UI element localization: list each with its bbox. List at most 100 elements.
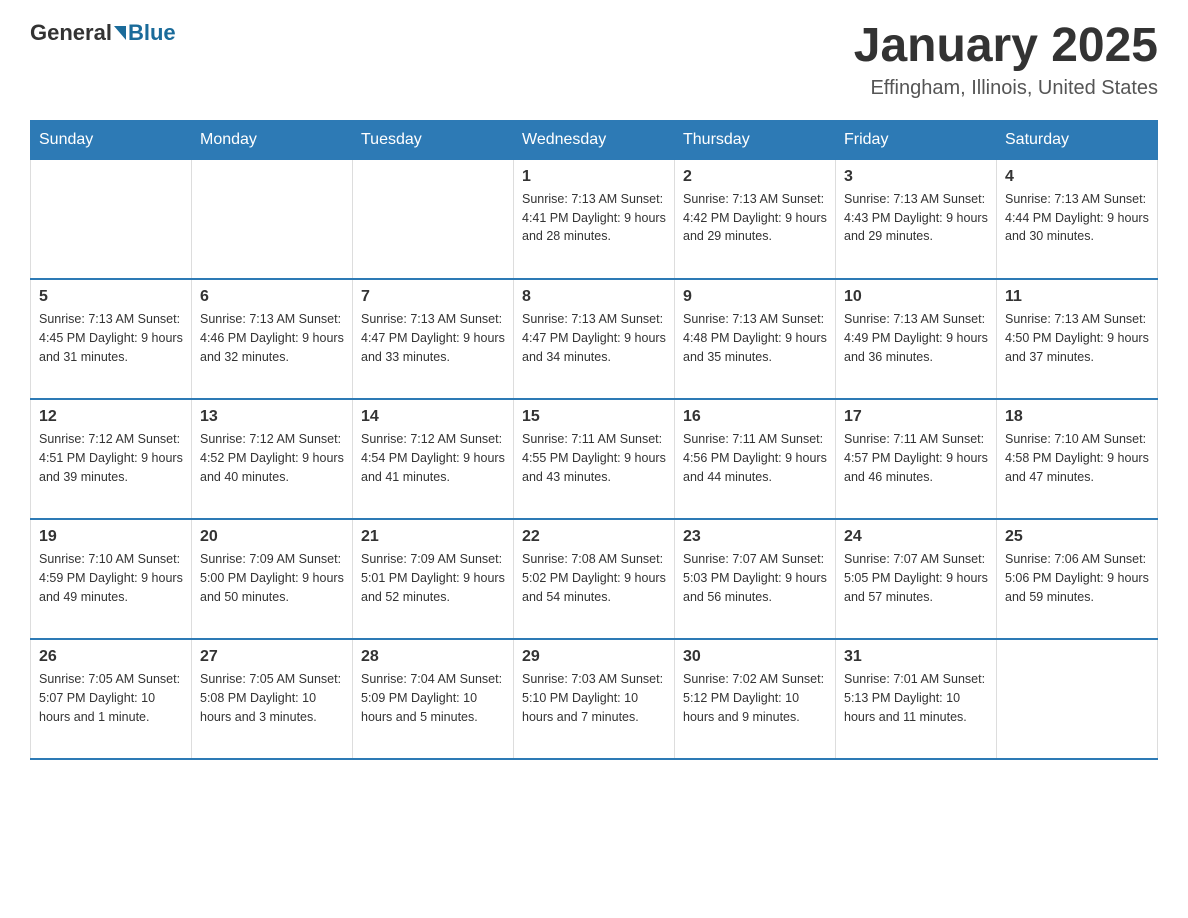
calendar-cell: 24 Sunrise: 7:07 AM Sunset: 5:05 PM Dayli… [836, 519, 997, 639]
calendar-cell: 12Sunrise: 7:12 AM Sunset: 4:51 PM Dayli… [31, 399, 192, 519]
calendar-week-row: 1 Sunrise: 7:13 AM Sunset: 4:41 PM Daylig… [31, 159, 1158, 279]
calendar-header-sunday: Sunday [31, 120, 192, 159]
day-info: Sunrise: 7:10 AM Sunset: 4:59 PM Dayligh… [39, 550, 183, 606]
logo-blue-text: Blue [128, 20, 176, 46]
day-number: 15 [522, 408, 666, 426]
day-info: Sunrise: 7:03 AM Sunset: 5:10 PM Dayligh… [522, 670, 666, 726]
day-info: Sunrise: 7:11 AM Sunset: 4:56 PM Dayligh… [683, 430, 827, 486]
calendar-cell: 20Sunrise: 7:09 AM Sunset: 5:00 PM Dayli… [192, 519, 353, 639]
day-info: Sunrise: 7:08 AM Sunset: 5:02 PM Dayligh… [522, 550, 666, 606]
calendar-cell: 31Sunrise: 7:01 AM Sunset: 5:13 PM Dayli… [836, 639, 997, 759]
calendar-cell: 9 Sunrise: 7:13 AM Sunset: 4:48 PM Daylig… [675, 279, 836, 399]
calendar-cell: 11 Sunrise: 7:13 AM Sunset: 4:50 PM Dayli… [997, 279, 1158, 399]
logo-general-text: General [30, 20, 112, 46]
calendar-cell: 27 Sunrise: 7:05 AM Sunset: 5:08 PM Dayli… [192, 639, 353, 759]
calendar-cell: 17 Sunrise: 7:11 AM Sunset: 4:57 PM Dayli… [836, 399, 997, 519]
page-header: General Blue January 2025 Effingham, Ill… [30, 20, 1158, 100]
day-info: Sunrise: 7:12 AM Sunset: 4:52 PM Dayligh… [200, 430, 344, 486]
day-number: 21 [361, 528, 505, 546]
day-info: Sunrise: 7:11 AM Sunset: 4:55 PM Dayligh… [522, 430, 666, 486]
day-info: Sunrise: 7:06 AM Sunset: 5:06 PM Dayligh… [1005, 550, 1149, 606]
calendar-header-thursday: Thursday [675, 120, 836, 159]
day-number: 30 [683, 648, 827, 666]
day-number: 27 [200, 648, 344, 666]
day-number: 16 [683, 408, 827, 426]
day-number: 14 [361, 408, 505, 426]
day-info: Sunrise: 7:07 AM Sunset: 5:03 PM Dayligh… [683, 550, 827, 606]
day-number: 24 [844, 528, 988, 546]
calendar-table: SundayMondayTuesdayWednesdayThursdayFrid… [30, 120, 1158, 761]
day-number: 17 [844, 408, 988, 426]
day-number: 4 [1005, 168, 1149, 186]
day-info: Sunrise: 7:13 AM Sunset: 4:47 PM Dayligh… [522, 310, 666, 366]
calendar-cell: 7 Sunrise: 7:13 AM Sunset: 4:47 PM Daylig… [353, 279, 514, 399]
day-info: Sunrise: 7:07 AM Sunset: 5:05 PM Dayligh… [844, 550, 988, 606]
day-info: Sunrise: 7:13 AM Sunset: 4:41 PM Dayligh… [522, 190, 666, 246]
day-info: Sunrise: 7:13 AM Sunset: 4:50 PM Dayligh… [1005, 310, 1149, 366]
day-number: 11 [1005, 288, 1149, 306]
day-info: Sunrise: 7:12 AM Sunset: 4:54 PM Dayligh… [361, 430, 505, 486]
day-number: 7 [361, 288, 505, 306]
day-info: Sunrise: 7:13 AM Sunset: 4:46 PM Dayligh… [200, 310, 344, 366]
day-info: Sunrise: 7:13 AM Sunset: 4:45 PM Dayligh… [39, 310, 183, 366]
calendar-cell: 4 Sunrise: 7:13 AM Sunset: 4:44 PM Daylig… [997, 159, 1158, 279]
calendar-cell: 22 Sunrise: 7:08 AM Sunset: 5:02 PM Dayli… [514, 519, 675, 639]
calendar-cell [997, 639, 1158, 759]
calendar-header-friday: Friday [836, 120, 997, 159]
title-block: January 2025 Effingham, Illinois, United… [854, 20, 1158, 100]
calendar-cell: 23Sunrise: 7:07 AM Sunset: 5:03 PM Dayli… [675, 519, 836, 639]
calendar-cell: 21 Sunrise: 7:09 AM Sunset: 5:01 PM Dayli… [353, 519, 514, 639]
day-info: Sunrise: 7:05 AM Sunset: 5:07 PM Dayligh… [39, 670, 183, 726]
calendar-cell: 16 Sunrise: 7:11 AM Sunset: 4:56 PM Dayli… [675, 399, 836, 519]
calendar-cell: 18Sunrise: 7:10 AM Sunset: 4:58 PM Dayli… [997, 399, 1158, 519]
calendar-cell: 1 Sunrise: 7:13 AM Sunset: 4:41 PM Daylig… [514, 159, 675, 279]
calendar-cell: 15 Sunrise: 7:11 AM Sunset: 4:55 PM Dayli… [514, 399, 675, 519]
day-number: 5 [39, 288, 183, 306]
day-info: Sunrise: 7:12 AM Sunset: 4:51 PM Dayligh… [39, 430, 183, 486]
day-number: 18 [1005, 408, 1149, 426]
day-number: 6 [200, 288, 344, 306]
day-number: 10 [844, 288, 988, 306]
calendar-week-row: 26Sunrise: 7:05 AM Sunset: 5:07 PM Dayli… [31, 639, 1158, 759]
day-number: 25 [1005, 528, 1149, 546]
day-number: 9 [683, 288, 827, 306]
calendar-week-row: 12Sunrise: 7:12 AM Sunset: 4:51 PM Dayli… [31, 399, 1158, 519]
calendar-header-wednesday: Wednesday [514, 120, 675, 159]
day-info: Sunrise: 7:13 AM Sunset: 4:44 PM Dayligh… [1005, 190, 1149, 246]
day-info: Sunrise: 7:13 AM Sunset: 4:42 PM Dayligh… [683, 190, 827, 246]
calendar-cell: 8 Sunrise: 7:13 AM Sunset: 4:47 PM Daylig… [514, 279, 675, 399]
day-info: Sunrise: 7:13 AM Sunset: 4:47 PM Dayligh… [361, 310, 505, 366]
calendar-cell [353, 159, 514, 279]
logo-arrow-icon [114, 26, 126, 40]
calendar-header-monday: Monday [192, 120, 353, 159]
calendar-week-row: 5 Sunrise: 7:13 AM Sunset: 4:45 PM Daylig… [31, 279, 1158, 399]
day-number: 22 [522, 528, 666, 546]
day-number: 13 [200, 408, 344, 426]
day-number: 28 [361, 648, 505, 666]
calendar-cell: 26Sunrise: 7:05 AM Sunset: 5:07 PM Dayli… [31, 639, 192, 759]
calendar-cell: 10 Sunrise: 7:13 AM Sunset: 4:49 PM Dayli… [836, 279, 997, 399]
day-number: 20 [200, 528, 344, 546]
calendar-cell [192, 159, 353, 279]
day-info: Sunrise: 7:05 AM Sunset: 5:08 PM Dayligh… [200, 670, 344, 726]
calendar-cell: 14 Sunrise: 7:12 AM Sunset: 4:54 PM Dayli… [353, 399, 514, 519]
day-number: 3 [844, 168, 988, 186]
day-info: Sunrise: 7:13 AM Sunset: 4:48 PM Dayligh… [683, 310, 827, 366]
month-title: January 2025 [854, 20, 1158, 73]
day-info: Sunrise: 7:11 AM Sunset: 4:57 PM Dayligh… [844, 430, 988, 486]
calendar-cell [31, 159, 192, 279]
day-number: 29 [522, 648, 666, 666]
day-info: Sunrise: 7:04 AM Sunset: 5:09 PM Dayligh… [361, 670, 505, 726]
location-title: Effingham, Illinois, United States [854, 77, 1158, 100]
day-info: Sunrise: 7:02 AM Sunset: 5:12 PM Dayligh… [683, 670, 827, 726]
calendar-cell: 2Sunrise: 7:13 AM Sunset: 4:42 PM Daylig… [675, 159, 836, 279]
day-info: Sunrise: 7:13 AM Sunset: 4:49 PM Dayligh… [844, 310, 988, 366]
calendar-header-saturday: Saturday [997, 120, 1158, 159]
day-number: 1 [522, 168, 666, 186]
day-number: 8 [522, 288, 666, 306]
day-info: Sunrise: 7:13 AM Sunset: 4:43 PM Dayligh… [844, 190, 988, 246]
day-number: 19 [39, 528, 183, 546]
day-info: Sunrise: 7:09 AM Sunset: 5:01 PM Dayligh… [361, 550, 505, 606]
calendar-header-tuesday: Tuesday [353, 120, 514, 159]
calendar-cell: 28 Sunrise: 7:04 AM Sunset: 5:09 PM Dayli… [353, 639, 514, 759]
